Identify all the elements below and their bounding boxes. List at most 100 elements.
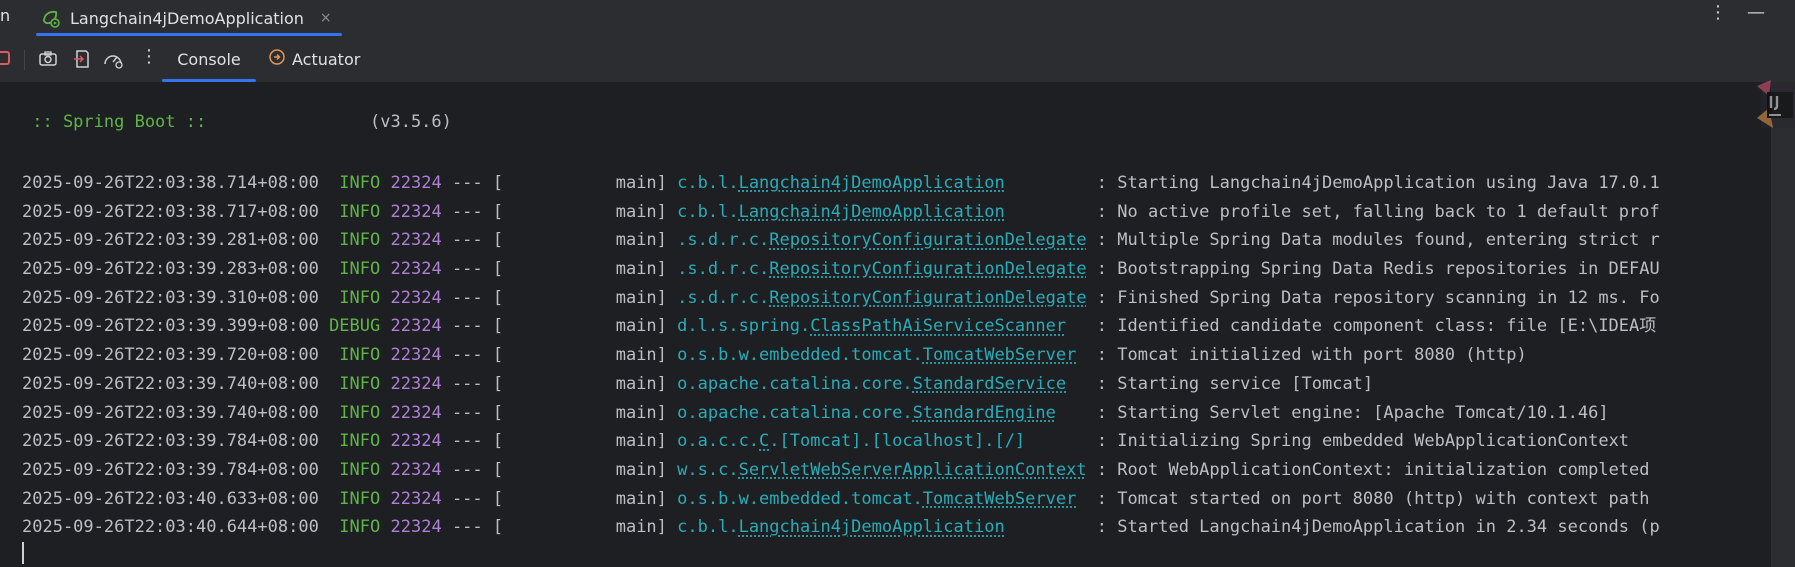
close-tab-icon[interactable]: ×: [320, 10, 332, 26]
log-pid: 22324: [390, 459, 442, 480]
log-level: INFO: [339, 459, 381, 480]
log-level: INFO: [339, 431, 381, 452]
run-tab-label: Langchain4jDemoApplication: [70, 8, 304, 28]
log-thread: [ main]: [492, 488, 667, 509]
log-separator: ---: [451, 373, 483, 394]
log-level: INFO: [339, 345, 381, 366]
log-level: INFO: [339, 259, 381, 280]
log-row: 2025-09-26T22:03:38.717+08:00 INFO 22324…: [22, 201, 1660, 222]
log-pid: 22324: [390, 488, 442, 509]
log-pid: 22324: [390, 345, 442, 366]
log-level: DEBUG: [329, 316, 381, 337]
log-pid: 22324: [390, 287, 442, 308]
log-message: Bootstrapping Spring Data Redis reposito…: [1117, 259, 1660, 280]
log-logger-class-link[interactable]: RepositoryConfigurationDelegate: [769, 288, 1086, 308]
log-separator: ---: [451, 431, 483, 452]
log-message: Tomcat initialized with port 8080 (http): [1117, 345, 1527, 366]
tab-console[interactable]: Console: [162, 36, 256, 82]
log-logger-suffix: .[Tomcat].[localhost].[/]: [769, 431, 1026, 452]
console-output[interactable]: :: Spring Boot :: (v3.5.6) 2025-09-26T22…: [0, 82, 1795, 567]
log-row: 2025-09-26T22:03:39.283+08:00 INFO 22324…: [22, 259, 1660, 280]
log-logger-class-link[interactable]: ServletWebServerApplicationContext: [739, 460, 1087, 480]
log-level: INFO: [339, 173, 381, 193]
log-timestamp: 2025-09-26T22:03:40.633+08:00: [22, 488, 319, 509]
log-message: Starting Servlet engine: [Apache Tomcat/…: [1117, 402, 1609, 423]
log-logger-class-link[interactable]: TomcatWebServer: [923, 345, 1077, 365]
log-logger-class-link[interactable]: Langchain4jDemoApplication: [739, 173, 1005, 193]
log-thread: [ main]: [492, 316, 667, 337]
log-pid: 22324: [390, 517, 442, 538]
log-lines: 2025-09-26T22:03:38.714+08:00 INFO 22324…: [22, 169, 1660, 542]
log-separator: ---: [451, 316, 483, 337]
log-logger-package: .s.d.r.c.: [677, 230, 770, 251]
log-logger-class-link[interactable]: Langchain4jDemoApplication: [739, 517, 1005, 537]
log-timestamp: 2025-09-26T22:03:40.644+08:00: [22, 517, 319, 538]
input-caret: [22, 542, 24, 564]
intellij-logo-icon: [1755, 78, 1795, 132]
run-configuration-tab[interactable]: Langchain4jDemoApplication ×: [36, 0, 342, 36]
log-logger-class-link[interactable]: C: [759, 431, 769, 451]
log-row: 2025-09-26T22:03:38.714+08:00 INFO 22324…: [22, 173, 1660, 193]
log-timestamp: 2025-09-26T22:03:39.784+08:00: [22, 431, 319, 452]
log-level: INFO: [339, 373, 381, 394]
toolbar-more-icon[interactable]: ⋮: [140, 46, 158, 67]
log-row: 2025-09-26T22:03:39.740+08:00 INFO 22324…: [22, 402, 1609, 423]
log-logger-class-link[interactable]: RepositoryConfigurationDelegate: [769, 259, 1086, 279]
log-timestamp: 2025-09-26T22:03:39.720+08:00: [22, 345, 319, 366]
log-message: Started Langchain4jDemoApplication in 2.…: [1117, 517, 1660, 538]
log-timestamp: 2025-09-26T22:03:39.740+08:00: [22, 402, 319, 423]
stop-icon[interactable]: [0, 51, 10, 65]
log-separator: ---: [451, 488, 483, 509]
log-logger-class-link[interactable]: ClassPathAiServiceScanner: [810, 316, 1066, 336]
spring-boot-version: (v3.5.6): [370, 112, 452, 132]
log-row: 2025-09-26T22:03:39.310+08:00 INFO 22324…: [22, 287, 1660, 308]
log-logger-class-link[interactable]: StandardService: [913, 374, 1067, 394]
tab-console-label: Console: [177, 49, 241, 69]
log-logger-class-link[interactable]: Langchain4jDemoApplication: [739, 202, 1005, 222]
window-actions: ⋮ —: [1709, 2, 1765, 23]
minimize-icon[interactable]: —: [1747, 2, 1765, 23]
log-pid: 22324: [390, 373, 442, 394]
log-logger-class-link[interactable]: TomcatWebServer: [923, 489, 1077, 509]
log-level: INFO: [339, 287, 381, 308]
log-logger-package: o.s.b.w.embedded.tomcat.: [677, 345, 923, 366]
spring-boot-banner: :: Spring Boot :: (v3.5.6): [22, 112, 452, 132]
log-level: INFO: [339, 230, 381, 251]
tab-actuator-label: Actuator: [292, 49, 361, 69]
log-level: INFO: [339, 402, 381, 423]
log-logger-package: c.b.l.: [677, 517, 739, 538]
log-timestamp: 2025-09-26T22:03:38.717+08:00: [22, 201, 319, 222]
log-pid: 22324: [390, 259, 442, 280]
log-logger-package: c.b.l.: [677, 173, 739, 193]
log-separator: ---: [451, 173, 483, 193]
log-level: INFO: [339, 488, 381, 509]
log-timestamp: 2025-09-26T22:03:39.740+08:00: [22, 373, 319, 394]
toolbar-separator: [24, 50, 25, 70]
log-logger-package: .s.d.r.c.: [677, 259, 770, 280]
log-message: Starting Langchain4jDemoApplication usin…: [1117, 173, 1660, 193]
log-logger-package: .s.d.r.c.: [677, 287, 770, 308]
tab-actuator[interactable]: Actuator: [268, 36, 360, 82]
log-row: 2025-09-26T22:03:39.720+08:00 INFO 22324…: [22, 345, 1527, 366]
log-thread: [ main]: [492, 201, 667, 222]
log-logger-package: w.s.c.: [677, 459, 739, 480]
log-separator: ---: [451, 345, 483, 366]
log-separator: ---: [451, 201, 483, 222]
log-timestamp: 2025-09-26T22:03:39.399+08:00: [22, 316, 319, 337]
more-options-icon[interactable]: ⋮: [1709, 2, 1727, 23]
log-logger-class-link[interactable]: RepositoryConfigurationDelegate: [769, 230, 1086, 250]
log-thread: [ main]: [492, 287, 667, 308]
export-icon[interactable]: [70, 47, 94, 71]
log-message: No active profile set, falling back to 1…: [1117, 201, 1660, 222]
camera-icon[interactable]: [36, 47, 60, 71]
log-message: Multiple Spring Data modules found, ente…: [1117, 230, 1660, 251]
log-logger-package: c.b.l.: [677, 201, 739, 222]
right-scroll-strip: [1771, 82, 1795, 567]
log-logger-package: o.apache.catalina.core.: [677, 373, 913, 394]
log-thread: [ main]: [492, 345, 667, 366]
log-row: 2025-09-26T22:03:39.740+08:00 INFO 22324…: [22, 373, 1374, 394]
log-logger-class-link[interactable]: StandardEngine: [913, 403, 1056, 423]
profiler-gauge-icon[interactable]: [101, 47, 125, 71]
log-message: Finished Spring Data repository scanning…: [1117, 287, 1660, 308]
log-thread: [ main]: [492, 373, 667, 394]
